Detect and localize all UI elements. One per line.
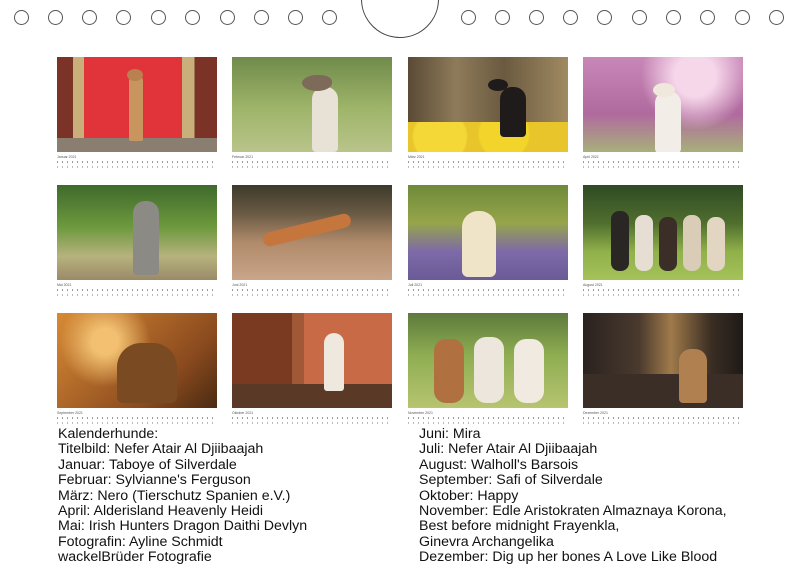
month-apr: April 2021 bbox=[583, 57, 743, 169]
binding-hole bbox=[700, 10, 715, 25]
day-grid bbox=[232, 422, 392, 425]
binding-hole bbox=[563, 10, 578, 25]
credit-line: Juli: Nefer Atair Al Djiibaajah bbox=[419, 441, 598, 458]
binding-hole bbox=[735, 10, 750, 25]
month-mar: März 2021 bbox=[408, 57, 568, 169]
photo-mar bbox=[408, 57, 568, 152]
binding-hole bbox=[495, 10, 510, 25]
month-label: Juni 2021 bbox=[232, 283, 248, 287]
month-label: Mai 2021 bbox=[57, 283, 72, 287]
photo-jan bbox=[57, 57, 217, 152]
photo-dec bbox=[583, 313, 743, 408]
day-grid bbox=[583, 166, 743, 169]
binding-hole bbox=[597, 10, 612, 25]
photo-feb bbox=[232, 57, 392, 152]
credit-line: Juni: Mira bbox=[419, 426, 481, 442]
credit-line: November: Edle Aristokraten Almaznaya Ko… bbox=[419, 503, 727, 520]
binding-hole bbox=[48, 10, 63, 25]
photo-aug bbox=[583, 185, 743, 280]
credit-line: wackelBrüder Fotografie bbox=[58, 549, 212, 566]
photo-jul bbox=[408, 185, 568, 280]
day-grid bbox=[57, 166, 217, 169]
month-label: September 2021 bbox=[57, 411, 83, 415]
month-nov: November 2021 bbox=[408, 313, 568, 425]
credits-left: Kalenderhunde: Titelbild: Nefer Atair Al… bbox=[58, 426, 308, 566]
binding-hole bbox=[666, 10, 681, 25]
binding-hole bbox=[288, 10, 303, 25]
credit-line: Oktober: Happy bbox=[419, 487, 519, 504]
credit-line: April: Alderisland Heavenly Heidi bbox=[58, 503, 264, 520]
binding-hole bbox=[220, 10, 235, 25]
month-dec: Dezember 2021 bbox=[583, 313, 743, 425]
credit-line: Januar: Taboye of Silverdale bbox=[58, 456, 237, 473]
binding-hole bbox=[82, 10, 97, 25]
photo-apr bbox=[583, 57, 743, 152]
month-label: Februar 2021 bbox=[232, 155, 254, 159]
binding-hole bbox=[14, 10, 29, 25]
photo-sep bbox=[57, 313, 217, 408]
month-jan: Januar 2021 bbox=[57, 57, 217, 169]
binding-hole bbox=[116, 10, 131, 25]
month-label: November 2021 bbox=[408, 411, 433, 415]
month-feb: Februar 2021 bbox=[232, 57, 392, 169]
month-label: Juli 2021 bbox=[408, 283, 423, 287]
binding-hole bbox=[769, 10, 784, 25]
credit-line: Best before midnight Frayenkla, bbox=[419, 518, 620, 535]
binding-hole bbox=[632, 10, 647, 25]
day-grid bbox=[408, 422, 568, 425]
month-label: März 2021 bbox=[408, 155, 425, 159]
credits-right: Juni: Mira Juli: Nefer Atair Al Djiibaaj… bbox=[419, 426, 727, 566]
day-grid bbox=[408, 166, 568, 169]
credit-line: September: Safi of Silverdale bbox=[419, 472, 603, 489]
day-grid bbox=[408, 294, 568, 297]
month-jul: Juli 2021 bbox=[408, 185, 568, 297]
credit-line: Mai: Irish Hunters Dragon Daithi Devlyn bbox=[58, 518, 308, 535]
binding-hole bbox=[254, 10, 269, 25]
photo-may bbox=[57, 185, 217, 280]
month-label: Januar 2021 bbox=[57, 155, 77, 159]
binding-hole bbox=[185, 10, 200, 25]
month-label: Dezember 2021 bbox=[583, 411, 608, 415]
day-grid bbox=[232, 166, 392, 169]
photo-nov bbox=[408, 313, 568, 408]
day-grid bbox=[583, 294, 743, 297]
binding-hole bbox=[151, 10, 166, 25]
month-jun: Juni 2021 bbox=[232, 185, 392, 297]
credit-line: Ginevra Archangelika bbox=[419, 533, 554, 550]
month-label: April 2021 bbox=[583, 155, 599, 159]
credit-line: Titelbild: Nefer Atair Al Djiibaajah bbox=[58, 441, 264, 458]
binding-hole bbox=[322, 10, 337, 25]
binding-hole bbox=[529, 10, 544, 25]
credit-line: März: Nero (Tierschutz Spanien e.V.) bbox=[58, 487, 291, 504]
credit-line: Februar: Sylvianne's Ferguson bbox=[58, 472, 251, 489]
day-grid bbox=[583, 422, 743, 425]
month-oct: Oktober 2021 bbox=[232, 313, 392, 425]
credit-line: Dezember: Dig up her bones A Love Like B… bbox=[419, 549, 718, 566]
credit-line: Kalenderhunde: bbox=[58, 426, 159, 442]
photo-jun bbox=[232, 185, 392, 280]
photo-oct bbox=[232, 313, 392, 408]
day-grid bbox=[232, 294, 392, 297]
month-may: Mai 2021 bbox=[57, 185, 217, 297]
day-grid bbox=[57, 422, 217, 425]
credit-line: Fotografin: Ayline Schmidt bbox=[58, 533, 223, 550]
hanger-notch bbox=[361, 0, 439, 38]
binding-hole bbox=[461, 10, 476, 25]
day-grid bbox=[57, 294, 217, 297]
month-sep: September 2021 bbox=[57, 313, 217, 425]
month-label: Oktober 2021 bbox=[232, 411, 254, 415]
credit-line: August: Walholl's Barsois bbox=[419, 456, 579, 473]
month-label: August 2021 bbox=[583, 283, 603, 287]
month-aug: August 2021 bbox=[583, 185, 743, 297]
